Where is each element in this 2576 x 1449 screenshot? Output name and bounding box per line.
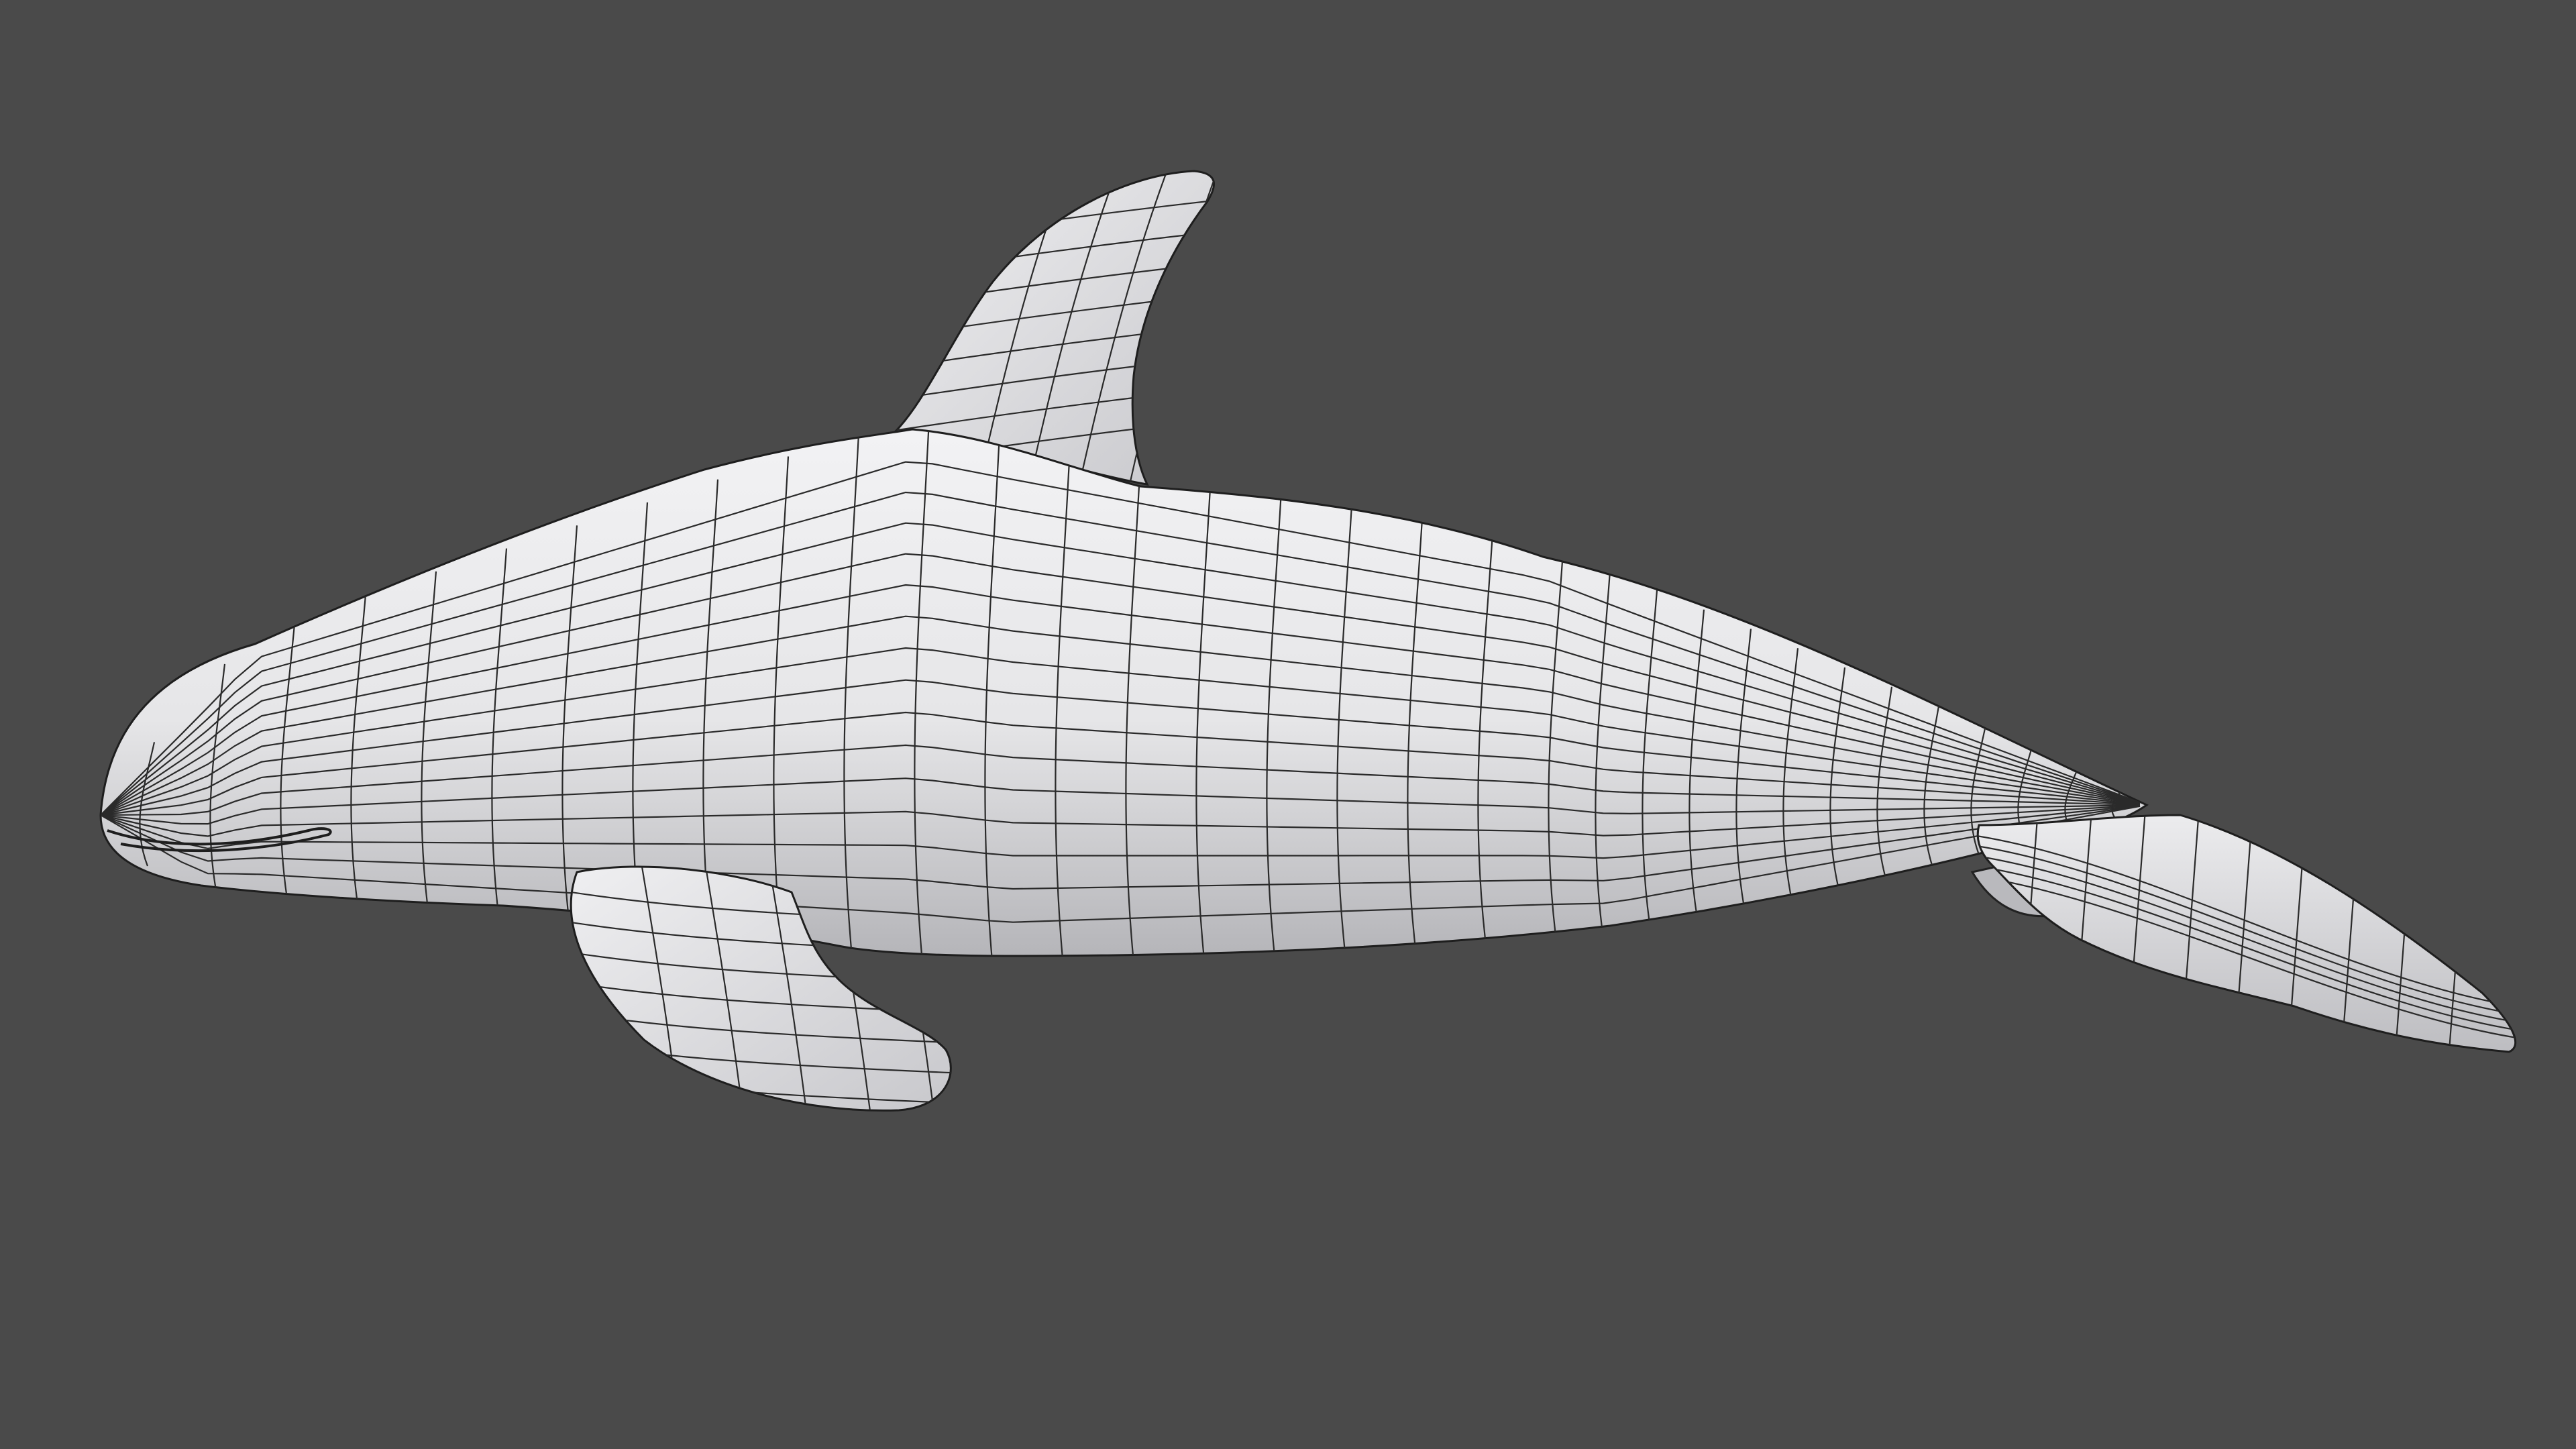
body-surface bbox=[99, 428, 2149, 957]
orca-render bbox=[99, 170, 2517, 1112]
tail-fluke-surface bbox=[1976, 814, 2517, 1053]
body bbox=[99, 428, 2149, 957]
3d-viewport[interactable] bbox=[0, 0, 2576, 1449]
tail-fluke bbox=[1976, 814, 2517, 1053]
